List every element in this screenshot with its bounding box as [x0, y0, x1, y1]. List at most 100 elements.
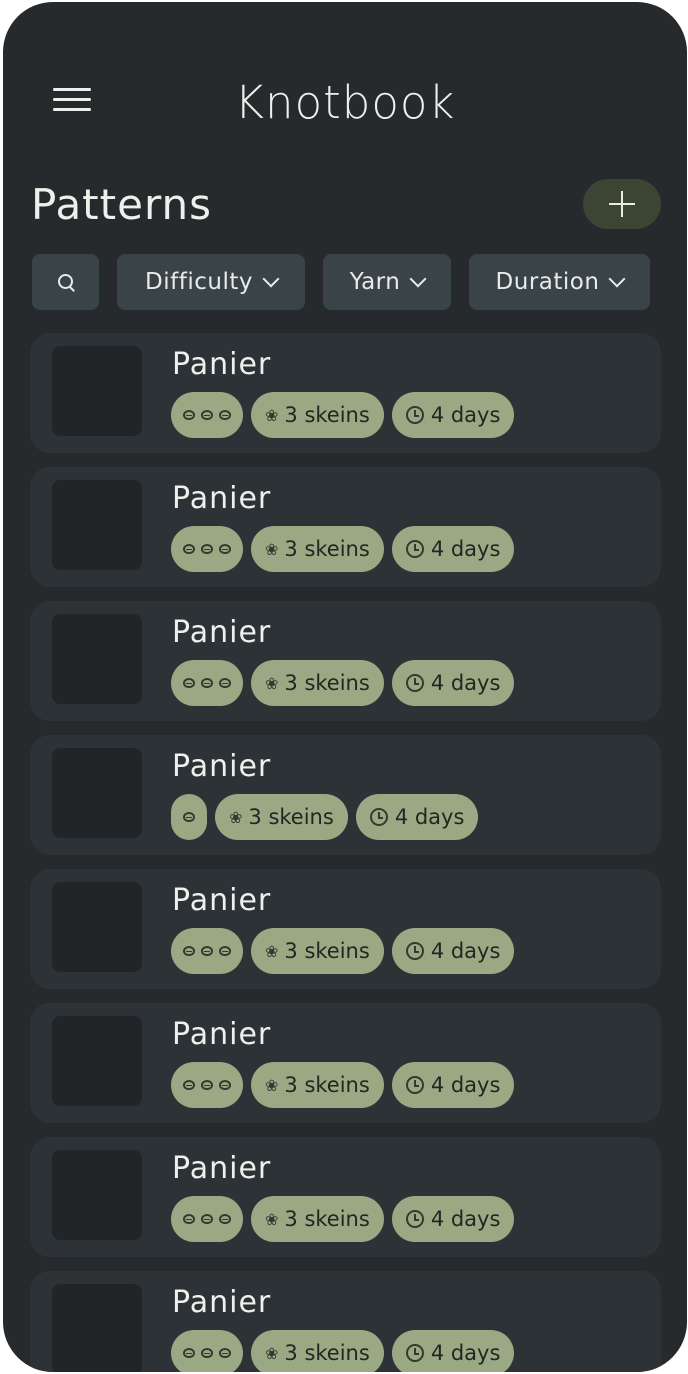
yarn-amount: 3 skeins — [284, 403, 370, 427]
duration-tag: 4 days — [391, 928, 515, 974]
yarn-tag: ❀ 3 skeins — [251, 660, 384, 706]
duration-value: 4 days — [430, 537, 501, 561]
difficulty-tag — [171, 928, 243, 974]
knot-icon — [183, 1080, 195, 1090]
duration-tag: 4 days — [391, 392, 515, 438]
pattern-card[interactable]: Panier ❀ 3 skeins 4 days — [30, 333, 661, 453]
pattern-thumbnail — [52, 882, 142, 972]
pattern-tags: ❀ 3 skeins 4 days — [171, 1196, 515, 1242]
pattern-thumbnail — [52, 480, 142, 570]
yarn-icon: ❀ — [265, 941, 279, 961]
clock-icon — [405, 942, 424, 960]
pattern-card[interactable]: Panier ❀ 3 skeins 4 days — [30, 735, 661, 855]
pattern-tags: ❀ 3 skeins 4 days — [171, 392, 515, 438]
difficulty-tag — [171, 526, 243, 572]
knot-icon — [183, 410, 195, 420]
difficulty-tag — [171, 392, 243, 438]
pattern-card[interactable]: Panier ❀ 3 skeins 4 days — [30, 1271, 661, 1372]
pattern-tags: ❀ 3 skeins 4 days — [171, 1330, 515, 1372]
pattern-card[interactable]: Panier ❀ 3 skeins 4 days — [30, 869, 661, 989]
knot-icon — [183, 678, 195, 688]
pattern-title: Panier — [172, 615, 272, 650]
yarn-icon: ❀ — [265, 1343, 279, 1363]
clock-icon — [405, 1210, 424, 1228]
clock-icon — [405, 540, 424, 558]
pattern-title: Panier — [172, 749, 272, 784]
yarn-amount: 3 skeins — [248, 805, 334, 829]
pattern-title: Panier — [172, 1017, 272, 1052]
knot-icon — [201, 1080, 213, 1090]
pattern-title: Panier — [172, 347, 272, 382]
clock-icon — [405, 674, 424, 692]
knot-icon — [201, 410, 213, 420]
difficulty-tag — [171, 794, 207, 840]
pattern-tags: ❀ 3 skeins 4 days — [171, 1062, 515, 1108]
app-screen: Knotbook Patterns Difficulty Yarn Durati… — [3, 2, 687, 1372]
yarn-icon: ❀ — [265, 1209, 279, 1229]
pattern-list: Panier ❀ 3 skeins 4 days Panier ❀ 3 skeins 4 da… — [3, 2, 687, 1372]
duration-value: 4 days — [430, 403, 501, 427]
knot-icon — [219, 678, 231, 688]
duration-value: 4 days — [430, 939, 501, 963]
knot-icon — [201, 946, 213, 956]
yarn-amount: 3 skeins — [284, 1341, 370, 1365]
yarn-amount: 3 skeins — [284, 537, 370, 561]
yarn-tag: ❀ 3 skeins — [251, 1196, 384, 1242]
yarn-amount: 3 skeins — [284, 1073, 370, 1097]
duration-tag: 4 days — [391, 660, 515, 706]
knot-icon — [201, 678, 213, 688]
clock-icon — [405, 406, 424, 424]
duration-tag: 4 days — [391, 526, 515, 572]
yarn-tag: ❀ 3 skeins — [251, 1062, 384, 1108]
pattern-title: Panier — [172, 481, 272, 516]
difficulty-tag — [171, 1330, 243, 1372]
pattern-title: Panier — [172, 883, 272, 918]
clock-icon — [405, 1344, 424, 1362]
pattern-title: Panier — [172, 1151, 272, 1186]
difficulty-tag — [171, 660, 243, 706]
pattern-thumbnail — [52, 614, 142, 704]
knot-icon — [183, 544, 195, 554]
knot-icon — [219, 946, 231, 956]
knot-icon — [183, 1214, 195, 1224]
duration-tag: 4 days — [391, 1196, 515, 1242]
knot-icon — [219, 1080, 231, 1090]
yarn-icon: ❀ — [265, 673, 279, 693]
clock-icon — [405, 1076, 424, 1094]
knot-icon — [183, 812, 195, 822]
yarn-amount: 3 skeins — [284, 1207, 370, 1231]
pattern-tags: ❀ 3 skeins 4 days — [171, 660, 515, 706]
duration-tag: 4 days — [355, 794, 479, 840]
knot-icon — [183, 1348, 195, 1358]
yarn-tag: ❀ 3 skeins — [251, 1330, 384, 1372]
knot-icon — [219, 1348, 231, 1358]
difficulty-tag — [171, 1062, 243, 1108]
duration-tag: 4 days — [391, 1330, 515, 1372]
yarn-icon: ❀ — [265, 405, 279, 425]
yarn-tag: ❀ 3 skeins — [251, 526, 384, 572]
yarn-tag: ❀ 3 skeins — [215, 794, 348, 840]
duration-value: 4 days — [430, 1341, 501, 1365]
pattern-tags: ❀ 3 skeins 4 days — [171, 526, 515, 572]
pattern-tags: ❀ 3 skeins 4 days — [171, 794, 479, 840]
knot-icon — [201, 1214, 213, 1224]
knot-icon — [219, 1214, 231, 1224]
pattern-thumbnail — [52, 748, 142, 838]
knot-icon — [219, 544, 231, 554]
pattern-card[interactable]: Panier ❀ 3 skeins 4 days — [30, 601, 661, 721]
difficulty-tag — [171, 1196, 243, 1242]
pattern-card[interactable]: Panier ❀ 3 skeins 4 days — [30, 1003, 661, 1123]
yarn-amount: 3 skeins — [284, 671, 370, 695]
duration-value: 4 days — [430, 1073, 501, 1097]
pattern-card[interactable]: Panier ❀ 3 skeins 4 days — [30, 1137, 661, 1257]
yarn-tag: ❀ 3 skeins — [251, 392, 384, 438]
knot-icon — [219, 410, 231, 420]
pattern-title: Panier — [172, 1285, 272, 1320]
pattern-card[interactable]: Panier ❀ 3 skeins 4 days — [30, 467, 661, 587]
knot-icon — [201, 544, 213, 554]
pattern-thumbnail — [52, 1150, 142, 1240]
duration-value: 4 days — [430, 671, 501, 695]
yarn-amount: 3 skeins — [284, 939, 370, 963]
knot-icon — [201, 1348, 213, 1358]
duration-value: 4 days — [394, 805, 465, 829]
